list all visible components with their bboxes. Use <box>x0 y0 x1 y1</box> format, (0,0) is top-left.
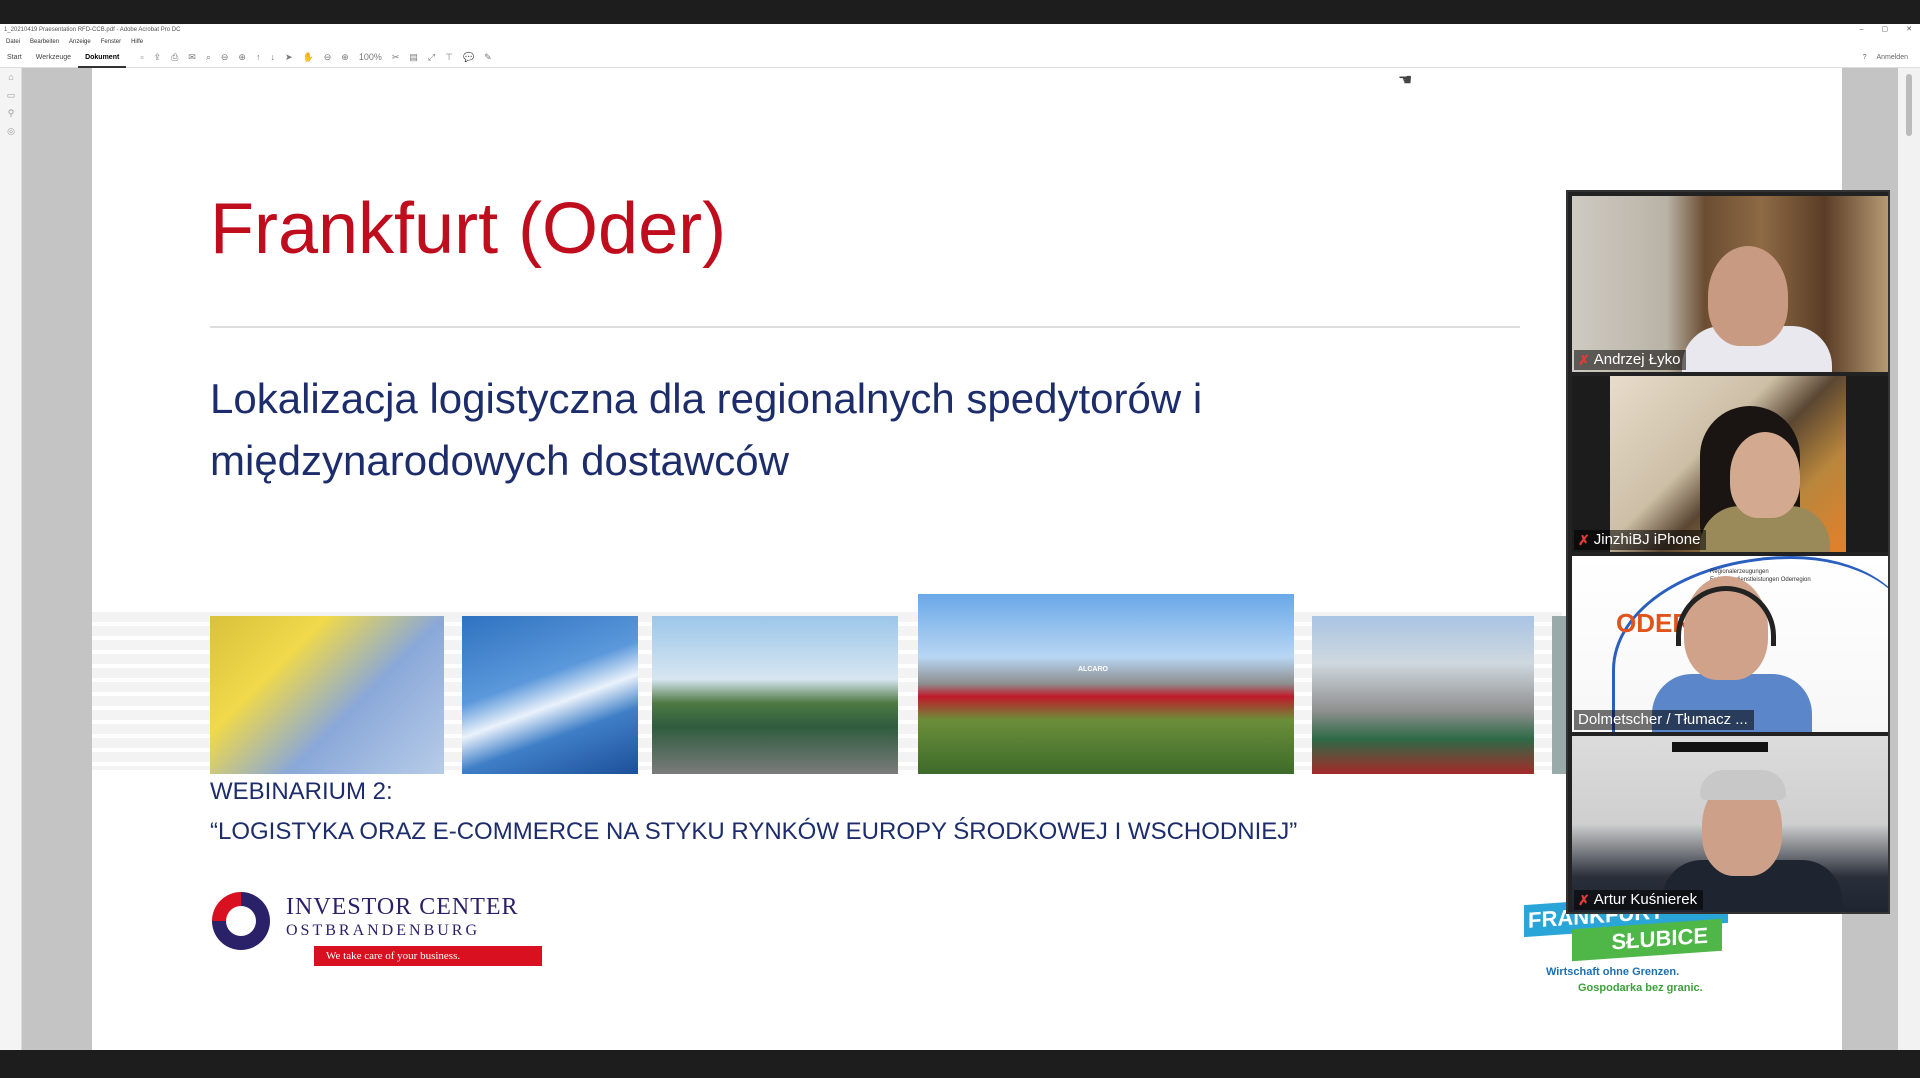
window-title: 1_20210419 Praesentation RFD-CCB.pdf - A… <box>4 27 181 33</box>
zoom-level[interactable]: 100% <box>359 52 382 63</box>
document-margin-left <box>22 68 92 1050</box>
slide-subtitle: Lokalizacja logistyczna dla regionalnych… <box>210 375 1203 484</box>
navigation-rail: ⌂ ▭ ⚲ ◎ <box>0 68 22 1050</box>
participant-tile[interactable]: ✗ Andrzej Łyko <box>1572 196 1888 372</box>
participant-name: JinzhiBJ iPhone <box>1593 531 1701 548</box>
screen-bottom-bar <box>0 1050 1920 1078</box>
toolbar-icons: ▫ ⇪ ⎙ ✉ ⌕ ⊖ ⊕ ↑ ↓ ➤ ✋ ⊖ ⊕ 100% ✂ ▤ ⤢ ⊤ 💬… <box>140 52 491 63</box>
participant-tile[interactable]: ODER Regionalerzeugungen Erdgasbedienstl… <box>1572 556 1888 732</box>
page-up-icon[interactable]: ↑ <box>256 52 261 63</box>
fit-page-icon[interactable]: ⤢ <box>428 52 435 63</box>
photo-warehouse: ALCARO <box>918 594 1294 774</box>
participant-name: Artur Kuśnierek <box>1593 891 1698 908</box>
participant-tile[interactable]: ✗ JinzhiBJ iPhone <box>1572 376 1888 552</box>
photo-brewery <box>1312 616 1534 774</box>
participant-name: Andrzej Łyko <box>1593 351 1681 368</box>
webinar-topic: “LOGISTYKA ORAZ E-COMMERCE NA STYKU RYNK… <box>210 818 1298 845</box>
participant-avatar <box>1730 432 1800 518</box>
photo-rail-terminal <box>652 616 898 774</box>
menu-anzeige[interactable]: Anzeige <box>69 36 91 48</box>
close-button[interactable]: ✕ <box>1906 24 1912 36</box>
photo-bridge <box>462 616 638 774</box>
participant-name-tag: ✗ JinzhiBJ iPhone <box>1574 530 1707 550</box>
warehouse-brand-label: ALCARO <box>1078 666 1108 673</box>
participant-name: Dolmetscher / Tłumacz ... <box>1578 711 1748 728</box>
investor-center-region: OSTBRANDENBURG <box>286 922 481 939</box>
menu-bearbeiten[interactable]: Bearbeiten <box>30 36 59 48</box>
next-page-icon[interactable]: ⊕ <box>238 52 246 63</box>
title-bar: 1_20210419 Praesentation RFD-CCB.pdf - A… <box>0 24 1920 36</box>
select-cursor-icon[interactable]: ➤ <box>285 52 293 63</box>
participant-name-tag: ✗ Artur Kuśnierek <box>1574 890 1704 910</box>
participant-name-tag: ✗ Andrzej Łyko <box>1574 350 1687 370</box>
scrollbar-thumb[interactable] <box>1906 74 1912 136</box>
page-down-icon[interactable]: ↓ <box>270 52 275 63</box>
menu-hilfe[interactable]: Hilfe <box>131 36 143 48</box>
tab-start[interactable]: Start <box>0 48 29 68</box>
investor-center-mark-icon <box>212 892 270 950</box>
mic-muted-icon: ✗ <box>1578 352 1590 368</box>
signin-link[interactable]: Anmelden <box>1876 54 1908 61</box>
investor-center-logo: INVESTOR CENTER OSTBRANDENBURG We take c… <box>210 886 570 976</box>
tab-werkzeuge[interactable]: Werkzeuge <box>29 48 78 68</box>
maximize-button[interactable]: ▢ <box>1882 24 1889 36</box>
mic-muted-icon: ✗ <box>1578 892 1590 908</box>
prev-page-icon[interactable]: ⊖ <box>221 52 229 63</box>
vertical-scrollbar[interactable] <box>1898 68 1920 1050</box>
participant-avatar <box>1708 246 1788 346</box>
participant-video <box>1610 376 1846 552</box>
tagline-polish: Gospodarka bez granic. <box>1578 982 1703 994</box>
bookmark-icon[interactable]: ▭ <box>0 86 22 104</box>
screen-top-bar <box>0 0 1920 24</box>
mic-muted-icon: ✗ <box>1578 532 1590 548</box>
participant-tile[interactable]: ✗ Artur Kuśnierek <box>1572 736 1888 912</box>
menu-bar: Datei Bearbeiten Anzeige Fenster Hilfe <box>0 36 1920 48</box>
photo-cleanroom <box>210 616 444 774</box>
upload-icon[interactable]: ⇪ <box>154 52 162 63</box>
home-icon[interactable]: ⌂ <box>0 68 22 86</box>
video-gallery-panel[interactable]: ✗ Andrzej Łyko ✗ JinzhiBJ iPhone ODER Re… <box>1566 190 1890 914</box>
zoom-out-icon[interactable]: ⊖ <box>324 52 332 63</box>
background-bar <box>1672 742 1768 752</box>
menu-datei[interactable]: Datei <box>6 36 20 48</box>
zoom-in-icon[interactable]: ⊕ <box>341 52 349 63</box>
participant-hair <box>1700 770 1786 800</box>
title-divider <box>210 326 1520 328</box>
menu-fenster[interactable]: Fenster <box>101 36 121 48</box>
desktop: 1_20210419 Praesentation RFD-CCB.pdf - A… <box>0 0 1920 1078</box>
investor-center-tagline: We take care of your business. <box>314 946 542 966</box>
hand-cursor-icon: ☚ <box>1398 72 1413 89</box>
photo-cropped <box>1552 616 1566 774</box>
hand-tool-icon[interactable]: ✋ <box>303 52 314 63</box>
comment-icon[interactable]: 💬 <box>463 52 474 63</box>
layers-icon[interactable]: ◎ <box>0 122 22 140</box>
webinar-heading: WEBINARIUM 2: <box>210 778 393 805</box>
print-icon[interactable]: ⎙ <box>171 52 178 63</box>
stamp-icon[interactable]: ⊤ <box>445 52 453 63</box>
attachment-icon[interactable]: ⚲ <box>0 104 22 122</box>
tagline-german: Wirtschaft ohne Grenzen. <box>1546 966 1680 978</box>
email-icon[interactable]: ✉ <box>188 52 196 63</box>
pen-icon[interactable]: ✎ <box>484 52 492 63</box>
investor-center-name: INVESTOR CENTER <box>286 894 519 920</box>
search-icon[interactable]: ⌕ <box>206 52 211 63</box>
window-controls: – ▢ ✕ <box>1860 24 1912 36</box>
toolbar: Start Werkzeuge Dokument ▫ ⇪ ⎙ ✉ ⌕ ⊖ ⊕ ↑… <box>0 48 1920 68</box>
help-icon[interactable]: ? <box>1863 54 1867 61</box>
slide-title: Frankfurt (Oder) <box>210 189 727 269</box>
participant-name-tag: Dolmetscher / Tłumacz ... <box>1574 710 1754 730</box>
document-icon[interactable]: ▤ <box>409 52 418 63</box>
toolbar-right: ? Anmelden <box>1863 54 1920 61</box>
save-icon[interactable]: ▫ <box>140 52 143 63</box>
crop-icon[interactable]: ✂ <box>392 52 400 63</box>
tab-dokument[interactable]: Dokument <box>78 48 127 68</box>
minimize-button[interactable]: – <box>1860 24 1864 36</box>
